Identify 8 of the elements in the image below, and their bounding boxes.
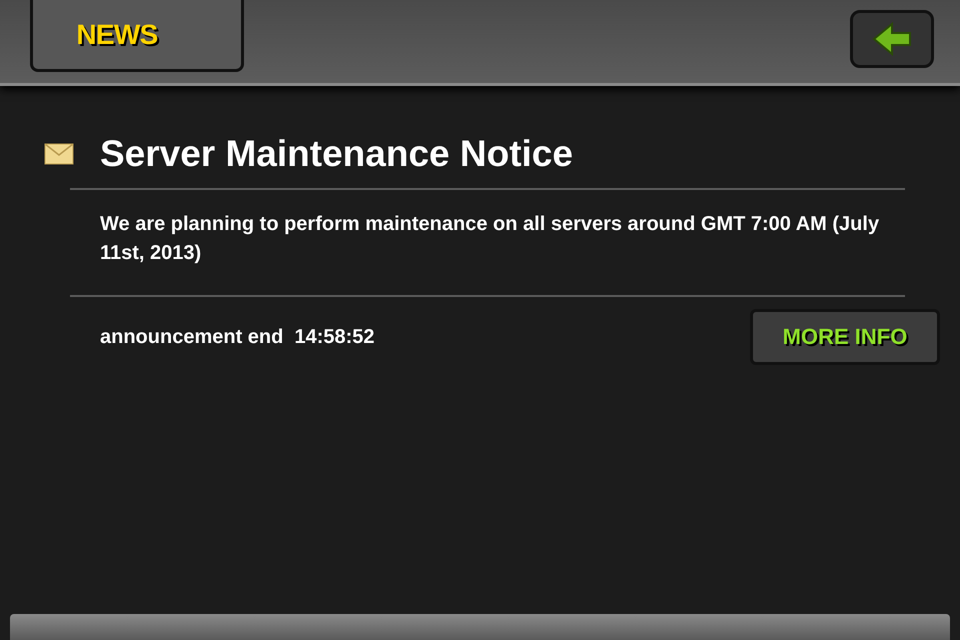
back-arrow-icon [872,22,912,56]
announcement-end-text: announcement end 14:58:52 [100,324,375,350]
envelope-icon [44,142,74,165]
notice-title: Server Maintenance Notice [100,132,573,176]
back-button[interactable] [850,10,934,68]
more-info-button[interactable]: MORE INFO [750,308,940,364]
page-title: NEWS [76,18,158,52]
notice-body: We are planning to perform maintenance on all servers around GMT 7:00 AM (July 11st, 2013) [100,212,880,266]
